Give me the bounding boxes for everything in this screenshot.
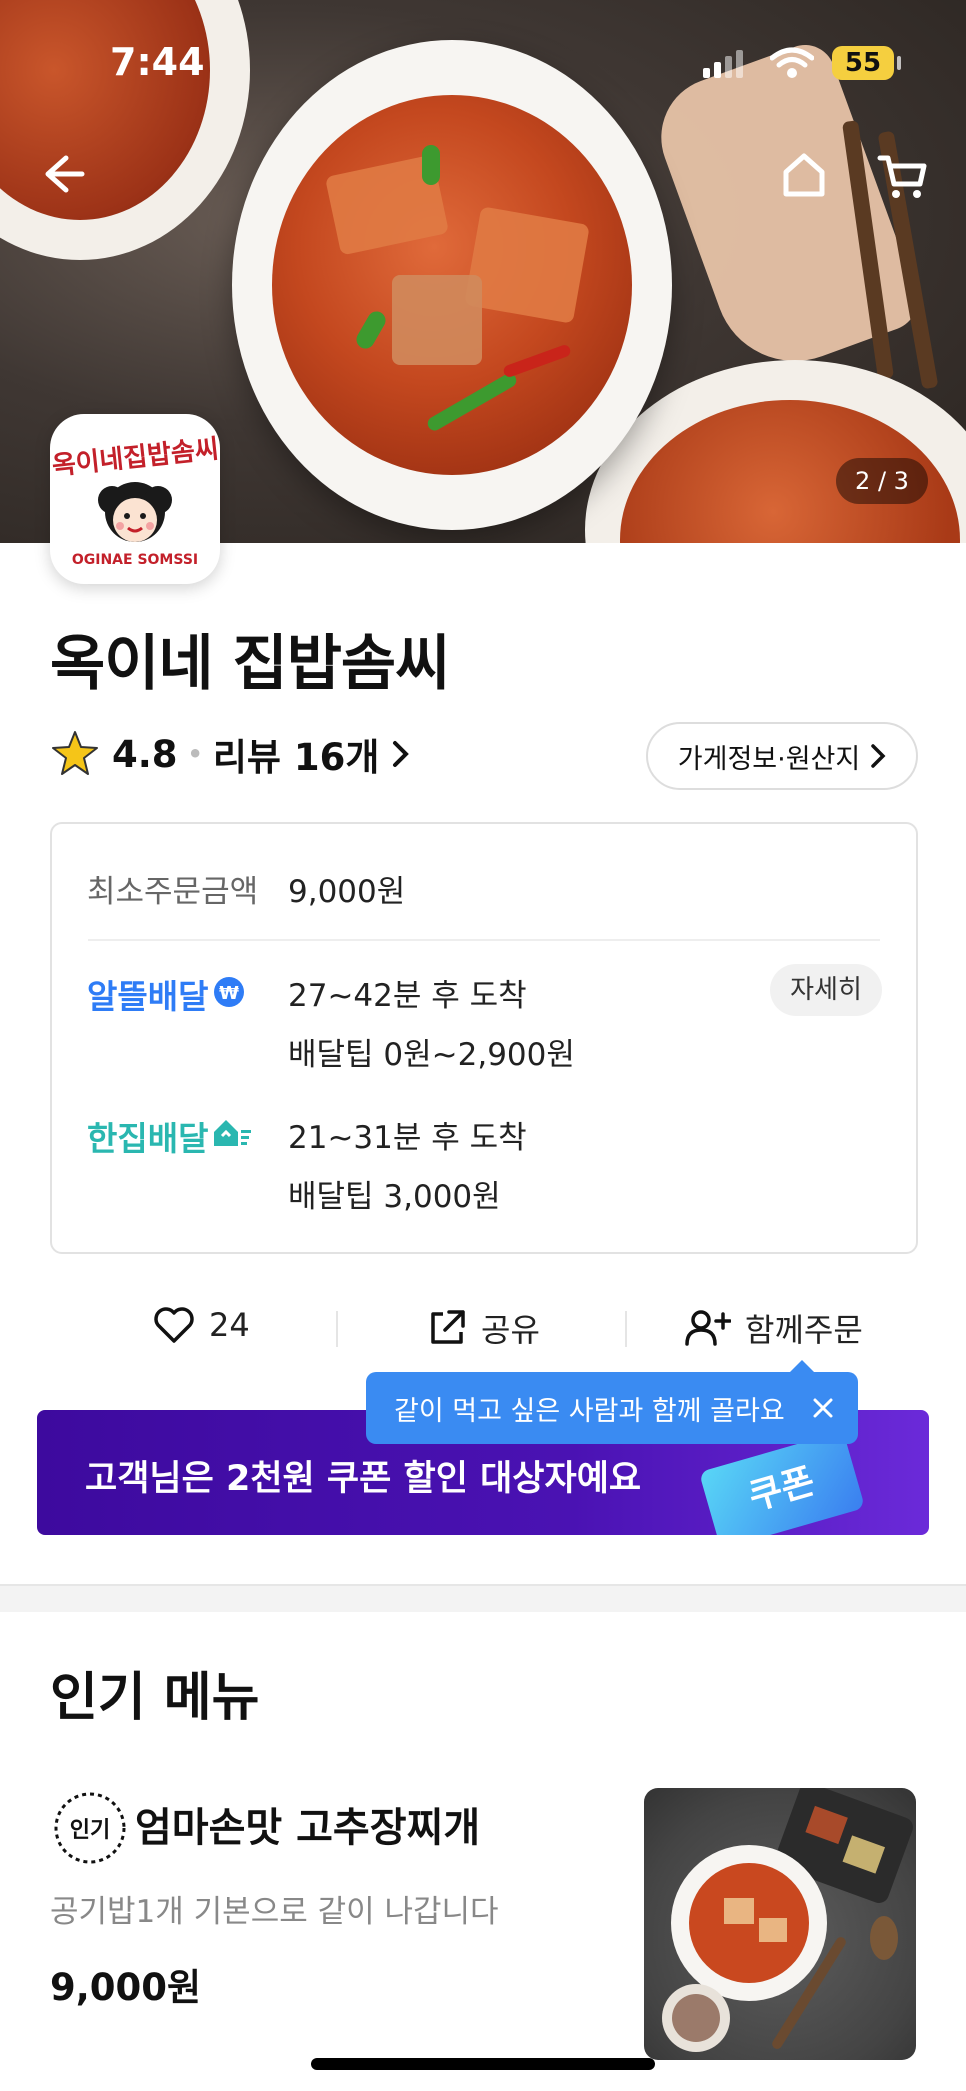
like-button[interactable]: 24: [153, 1305, 250, 1345]
home-indicator: [311, 2058, 655, 2070]
menu-item-price: 9,000원: [50, 1966, 202, 2009]
signal-icon: [703, 50, 747, 78]
menu-item-image[interactable]: [644, 1788, 916, 2060]
delivery-tip: 배달팁 3,000원: [288, 1179, 501, 1215]
share-button[interactable]: 공유: [427, 1305, 540, 1351]
section-divider: [0, 1584, 966, 1612]
store-name: 옥이네 집밥솜씨: [50, 629, 450, 699]
separator-dot: •: [187, 740, 203, 768]
delivery-time: 27~42분 후 도착: [288, 978, 527, 1014]
chevron-right-icon: [393, 741, 410, 767]
popular-menu-title: 인기 메뉴: [50, 1668, 260, 1728]
menu-item-name[interactable]: 엄마손맛 고추장찌개: [135, 1795, 480, 1853]
tooltip-text: 같이 먹고 싶은 사람과 함께 골라요: [394, 1395, 785, 1427]
status-time: 7:44: [110, 40, 205, 84]
divider: [625, 1311, 627, 1347]
divider: [336, 1311, 338, 1347]
battery-indicator: 55: [832, 46, 894, 80]
svg-text:₩: ₩: [219, 983, 239, 1004]
detail-button[interactable]: 자세히: [770, 964, 882, 1016]
battery-cap: [897, 56, 901, 70]
star-icon: [52, 731, 98, 775]
delivery-info-card: 최소주문금액 9,000원 알뜰배달 ₩ 27~42분 후 도착 배달팁 0원~…: [50, 822, 918, 1254]
popular-badge-label: 인기: [69, 1818, 111, 1843]
svg-text:OGINAE SOMSSI: OGINAE SOMSSI: [72, 552, 198, 568]
wifi-icon: [770, 47, 814, 78]
like-count: 24: [209, 1306, 250, 1344]
rating-row[interactable]: 4.8 • 리뷰 16개: [50, 724, 411, 784]
group-order-tooltip: 같이 먹고 싶은 사람과 함께 골라요: [366, 1360, 858, 1444]
coupon-ticket-icon: 쿠폰: [698, 1430, 866, 1535]
svg-text:옥이네집밥솜씨: 옥이네집밥솜씨: [51, 434, 220, 481]
delivery-option-name: 한집배달: [87, 1119, 209, 1158]
rating-value: 4.8: [112, 732, 178, 776]
review-count[interactable]: 리뷰 16개: [213, 727, 380, 781]
status-bar: 7:44 55: [0, 0, 966, 120]
close-icon[interactable]: [811, 1396, 835, 1420]
image-counter: 2 / 3: [836, 458, 928, 504]
group-order-button[interactable]: 함께주문: [683, 1305, 863, 1351]
house-fast-icon: [214, 1120, 251, 1146]
menu-item-desc: 공기밥1개 기본으로 같이 나갑니다: [50, 1894, 499, 1930]
home-icon[interactable]: [780, 150, 828, 198]
store-info-label: 가게정보·원산지: [677, 743, 861, 775]
delivery-time: 21~31분 후 도착: [288, 1120, 527, 1156]
won-badge-icon: ₩: [214, 977, 244, 1007]
share-icon: [431, 1310, 465, 1344]
chevron-right-icon: [871, 744, 886, 768]
back-arrow-icon[interactable]: [38, 150, 86, 198]
heart-icon: [154, 1307, 194, 1343]
action-row: 24 공유 함께주문: [0, 1295, 966, 1360]
delivery-option-name: 알뜰배달: [87, 977, 209, 1016]
share-label: 공유: [481, 1311, 540, 1349]
min-order-label: 최소주문금액: [87, 874, 259, 910]
add-person-icon: [685, 1310, 731, 1346]
group-order-label: 함께주문: [745, 1311, 863, 1349]
delivery-tip: 배달팁 0원~2,900원: [288, 1037, 575, 1073]
min-order-value: 9,000원: [288, 874, 406, 910]
cart-icon[interactable]: [876, 150, 928, 202]
divider: [88, 939, 880, 941]
store-logo: 옥이네집밥솜씨 OGINAE SOMSSI: [50, 414, 220, 584]
store-info-button[interactable]: 가게정보·원산지: [646, 722, 918, 790]
banner-text: 고객님은 2천원 쿠폰 할인 대상자예요: [85, 1459, 642, 1499]
